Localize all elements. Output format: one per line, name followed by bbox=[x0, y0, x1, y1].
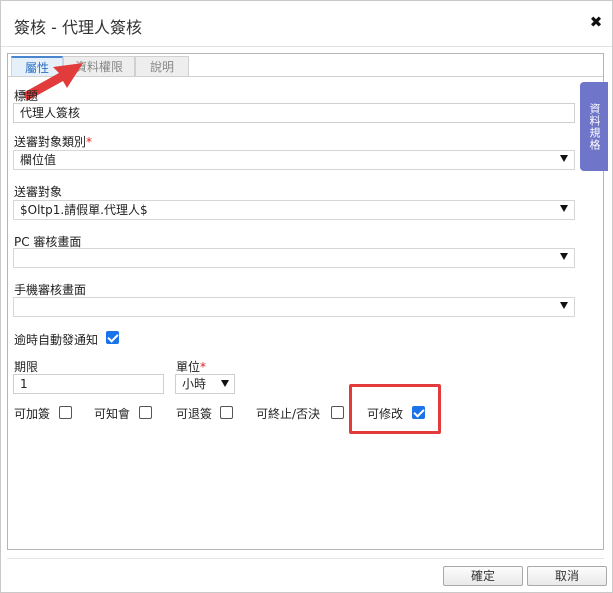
option-label-notify: 可知會 bbox=[94, 407, 131, 421]
chevron-down-icon bbox=[560, 155, 568, 162]
confirm-button[interactable]: 確定 bbox=[443, 566, 523, 586]
data-spec-side-tab[interactable]: 資料規格 bbox=[580, 82, 608, 171]
close-icon[interactable]: ✖ bbox=[589, 15, 603, 30]
unit-select[interactable]: 小時 bbox=[175, 374, 235, 394]
unit-value: 小時 bbox=[182, 377, 207, 391]
tab-divider bbox=[8, 76, 603, 77]
dialog-window: 簽核 - 代理人簽核 ✖ 屬性 資料權限 說明 標題 代理人簽核 送審對象類別*… bbox=[0, 0, 613, 593]
auto-notify-checkbox[interactable] bbox=[106, 331, 119, 344]
tab-description[interactable]: 說明 bbox=[135, 56, 189, 76]
recipient-value: $Oltp1.請假單.代理人$ bbox=[20, 203, 148, 217]
option-label-return: 可退簽 bbox=[176, 407, 213, 421]
return-checkbox[interactable] bbox=[220, 406, 233, 419]
period-label: 期限 bbox=[14, 360, 39, 374]
recipient-type-label: 送審對象類別* bbox=[14, 135, 93, 149]
pc-form-select[interactable] bbox=[13, 248, 575, 268]
name-input[interactable]: 代理人簽核 bbox=[13, 103, 575, 123]
title-bar: 簽核 - 代理人簽核 ✖ bbox=[1, 1, 612, 47]
period-input[interactable]: 1 bbox=[13, 374, 164, 394]
notify-checkbox[interactable] bbox=[139, 406, 152, 419]
unit-label: 單位* bbox=[176, 360, 207, 374]
option-label-terminate: 可終止/否決 bbox=[256, 407, 321, 421]
recipient-select[interactable]: $Oltp1.請假單.代理人$ bbox=[13, 200, 575, 220]
recipient-label: 送審對象 bbox=[14, 185, 63, 199]
mobile-form-label: 手機審核畫面 bbox=[14, 283, 87, 297]
recipient-type-select[interactable]: 欄位值 bbox=[13, 150, 575, 170]
auto-notify-label: 逾時自動發通知 bbox=[14, 333, 99, 347]
recipient-type-value: 欄位值 bbox=[20, 153, 57, 167]
option-label-add-sign: 可加簽 bbox=[14, 407, 51, 421]
dialog-title: 簽核 - 代理人簽核 bbox=[14, 18, 142, 37]
add-sign-checkbox[interactable] bbox=[59, 406, 72, 419]
mobile-form-select[interactable] bbox=[13, 297, 575, 317]
cancel-button[interactable]: 取消 bbox=[527, 566, 607, 586]
tab-bar: 屬性 資料權限 說明 bbox=[8, 54, 603, 77]
chevron-down-icon bbox=[560, 205, 568, 212]
name-label: 標題 bbox=[14, 89, 39, 103]
chevron-down-icon bbox=[560, 302, 568, 309]
annotation-highlight-box bbox=[349, 384, 441, 434]
terminate-checkbox[interactable] bbox=[331, 406, 344, 419]
chevron-down-icon bbox=[221, 380, 229, 387]
chevron-down-icon bbox=[560, 253, 568, 260]
footer-divider bbox=[7, 558, 604, 559]
